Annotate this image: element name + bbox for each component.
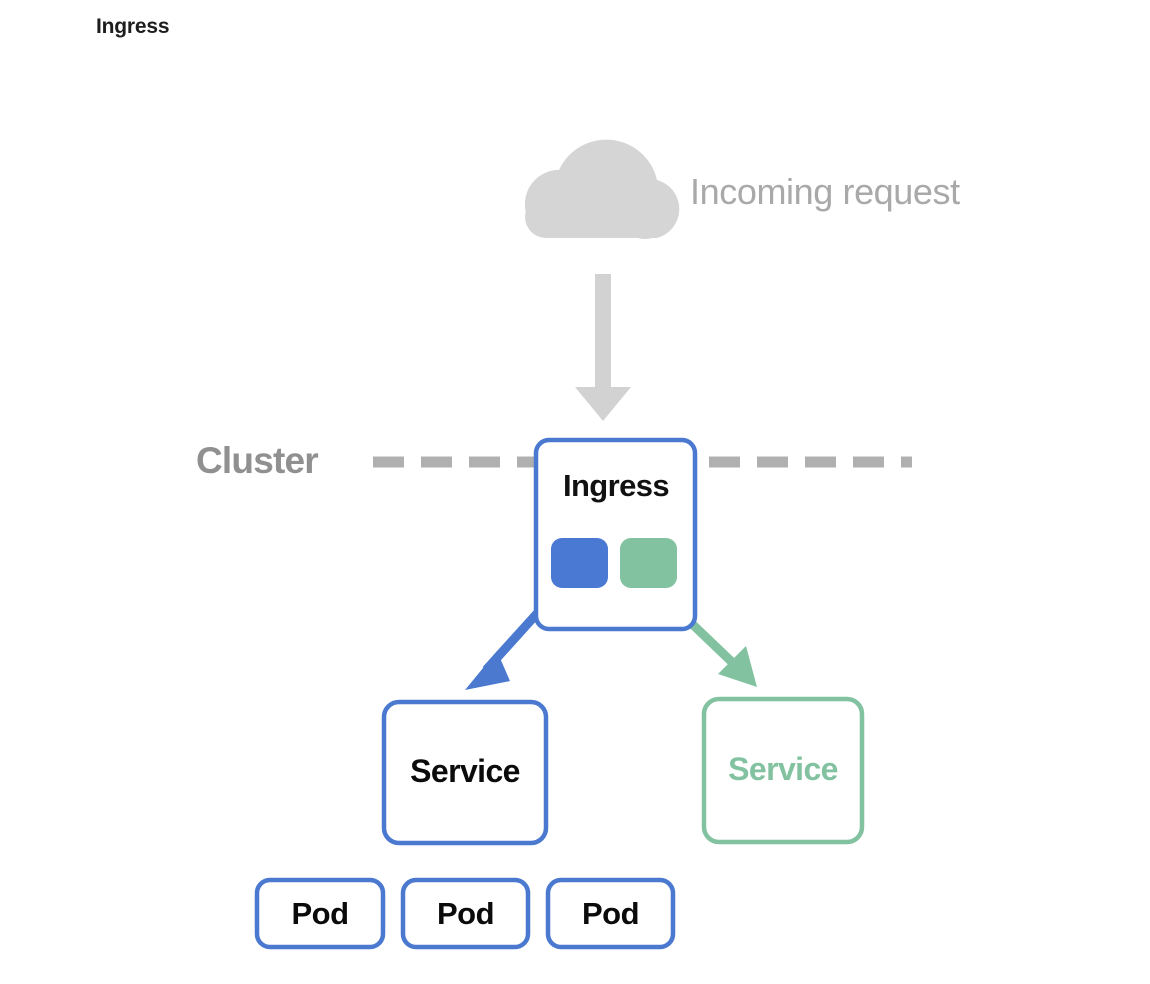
incoming-request-label: Incoming request <box>690 171 960 212</box>
service-label-green: Service <box>728 751 838 787</box>
ingress-port-green[interactable] <box>620 538 677 588</box>
cluster-label: Cluster <box>196 440 319 481</box>
pod-label-1: Pod <box>436 896 495 931</box>
ingress-diagram: Ingress Incoming request Cluster Ingress… <box>0 0 1150 984</box>
pod-label-2: Pod <box>581 896 640 931</box>
ingress-label: Ingress <box>562 468 670 503</box>
ingress-port-blue[interactable] <box>551 538 608 588</box>
service-label-blue: Service <box>410 753 520 789</box>
pod-label-0: Pod <box>291 896 349 931</box>
arrow-down-icon <box>575 274 631 421</box>
cloud-icon <box>525 139 680 239</box>
